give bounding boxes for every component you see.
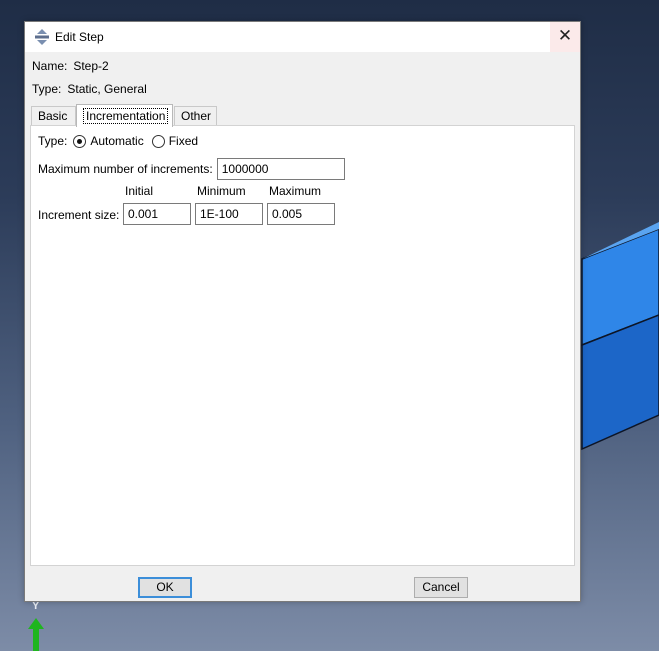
dialog-title: Edit Step [55, 30, 104, 44]
radio-fixed[interactable] [151, 134, 165, 148]
radio-fixed-label[interactable]: Fixed [169, 134, 198, 148]
step-icon [35, 29, 49, 45]
increment-initial-input[interactable] [123, 203, 191, 225]
step-name-value: Step-2 [73, 59, 109, 73]
tab-incrementation[interactable]: Incrementation [76, 104, 173, 127]
step-name-row: Name: Step-2 [32, 59, 109, 73]
tab-incrementation-label: Incrementation [83, 108, 169, 124]
step-type-value: Static, General [67, 82, 147, 96]
radio-automatic-group[interactable]: Automatic [73, 134, 144, 148]
step-type-label: Type: [32, 82, 62, 96]
edit-step-dialog: Edit Step ✕ Name: Step-2 Type: Static, Gen… [24, 21, 581, 602]
increment-size-label: Increment size: [38, 208, 120, 222]
increment-maximum-input[interactable] [267, 203, 335, 225]
radio-automatic-label[interactable]: Automatic [90, 134, 143, 148]
step-type-row: Type: Static, General [32, 82, 147, 96]
tab-other[interactable]: Other [174, 106, 217, 125]
dialog-titlebar[interactable]: Edit Step ✕ [25, 22, 580, 52]
increment-minimum-input[interactable] [195, 203, 263, 225]
close-button[interactable]: ✕ [550, 22, 580, 52]
tab-basic-label: Basic [38, 109, 68, 123]
tab-basic[interactable]: Basic [31, 106, 76, 125]
radio-automatic[interactable] [73, 134, 87, 148]
step-name-label: Name: [32, 59, 68, 73]
max-increments-input[interactable] [216, 158, 345, 180]
radio-fixed-group[interactable]: Fixed [151, 134, 198, 148]
incrementation-panel: Type: Automatic Fixed Maximum number of … [30, 125, 575, 566]
cancel-button[interactable]: Cancel [414, 577, 468, 598]
max-increments-row: Maximum number of increments: [38, 158, 345, 180]
column-header-initial: Initial [125, 184, 154, 198]
incrementation-type-label: Type: [38, 134, 68, 148]
column-header-maximum: Maximum [269, 184, 322, 198]
column-header-minimum: Minimum [197, 184, 246, 198]
max-increments-label: Maximum number of increments: [38, 162, 213, 176]
ok-button[interactable]: OK [138, 577, 192, 598]
tab-other-label: Other [181, 109, 212, 123]
triad-y-arrow-icon [28, 618, 44, 651]
incrementation-type-row: Type: Automatic Fixed [38, 134, 206, 148]
